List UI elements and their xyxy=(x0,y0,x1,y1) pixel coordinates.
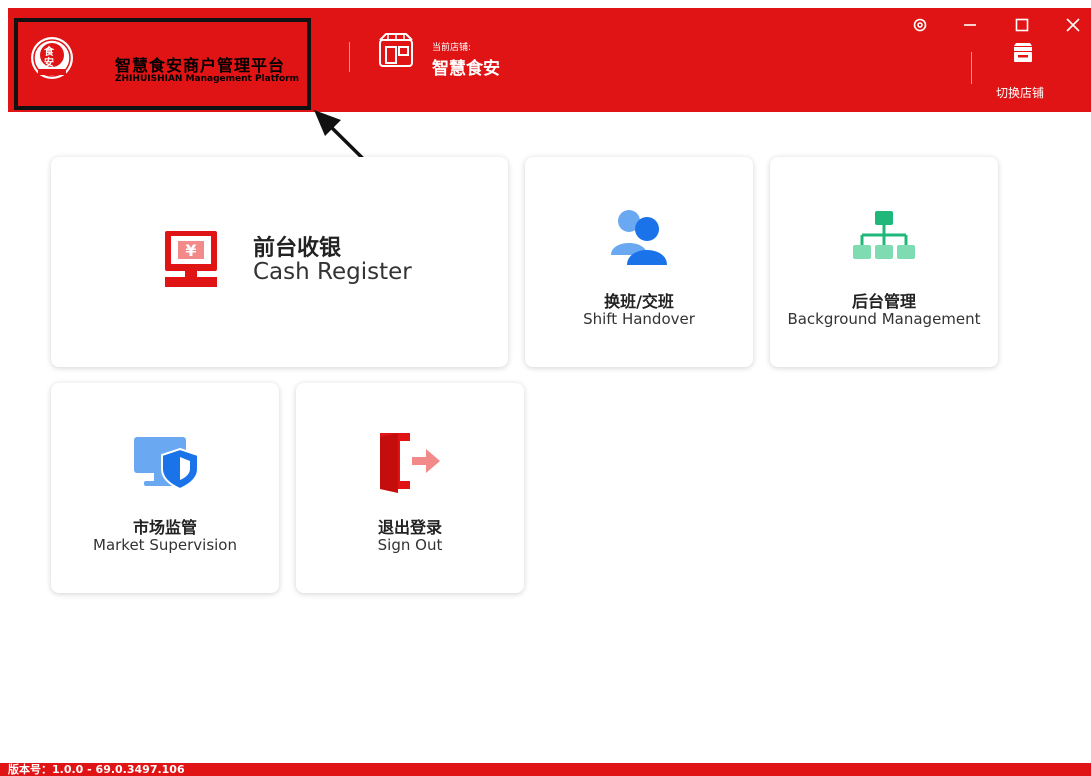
annotation-highlight-box xyxy=(14,18,311,110)
switch-store-label: 切换店铺 xyxy=(996,86,1045,100)
background-management-title: 后台管理 xyxy=(851,292,916,311)
version-bar: 版本号：1.0.0 - 69.0.3497.106 xyxy=(0,763,1091,776)
header-divider xyxy=(349,42,350,72)
shop-icon xyxy=(1014,43,1032,62)
cash-register-subtitle: Cash Register xyxy=(253,259,412,285)
sign-out-tile[interactable]: 退出登录 Sign Out xyxy=(296,383,524,593)
market-supervision-subtitle: Market Supervision xyxy=(93,536,237,554)
sign-out-subtitle: Sign Out xyxy=(377,536,443,554)
switch-store-button[interactable]: 切换店铺 xyxy=(996,42,1056,102)
exit-door-icon xyxy=(380,433,440,493)
gear-icon xyxy=(913,18,927,32)
svg-text:¥: ¥ xyxy=(185,241,196,260)
shift-handover-subtitle: Shift Handover xyxy=(583,310,695,328)
store-caption: 当前店铺: xyxy=(432,43,472,53)
store-icon xyxy=(379,33,413,67)
store-name: 智慧食安 xyxy=(432,59,500,79)
version-text: 版本号：1.0.0 - 69.0.3497.106 xyxy=(8,763,185,776)
cash-register-tile[interactable]: ¥ 前台收银 Cash Register xyxy=(51,157,508,367)
header-divider-right xyxy=(971,52,972,84)
market-supervision-tile[interactable]: 市场监管 Market Supervision xyxy=(51,383,279,593)
maximize-icon xyxy=(1015,18,1029,32)
close-button[interactable] xyxy=(1062,14,1084,36)
users-icon xyxy=(611,210,667,265)
maximize-button[interactable] xyxy=(1011,14,1033,36)
cash-register-icon: ¥ xyxy=(165,231,217,287)
sign-out-title: 退出登录 xyxy=(377,518,442,537)
shift-handover-tile[interactable]: 换班/交班 Shift Handover xyxy=(525,157,753,367)
close-icon xyxy=(1066,18,1080,32)
background-management-subtitle: Background Management xyxy=(787,310,981,328)
monitor-shield-icon xyxy=(134,437,199,491)
minimize-icon xyxy=(964,24,976,26)
minimize-button[interactable] xyxy=(959,14,981,36)
cash-register-title: 前台收银 xyxy=(253,236,342,261)
shift-handover-title: 换班/交班 xyxy=(604,292,674,311)
settings-button[interactable] xyxy=(909,14,931,36)
org-chart-icon xyxy=(853,211,915,259)
background-management-tile[interactable]: 后台管理 Background Management xyxy=(770,157,998,367)
market-supervision-title: 市场监管 xyxy=(132,518,197,537)
